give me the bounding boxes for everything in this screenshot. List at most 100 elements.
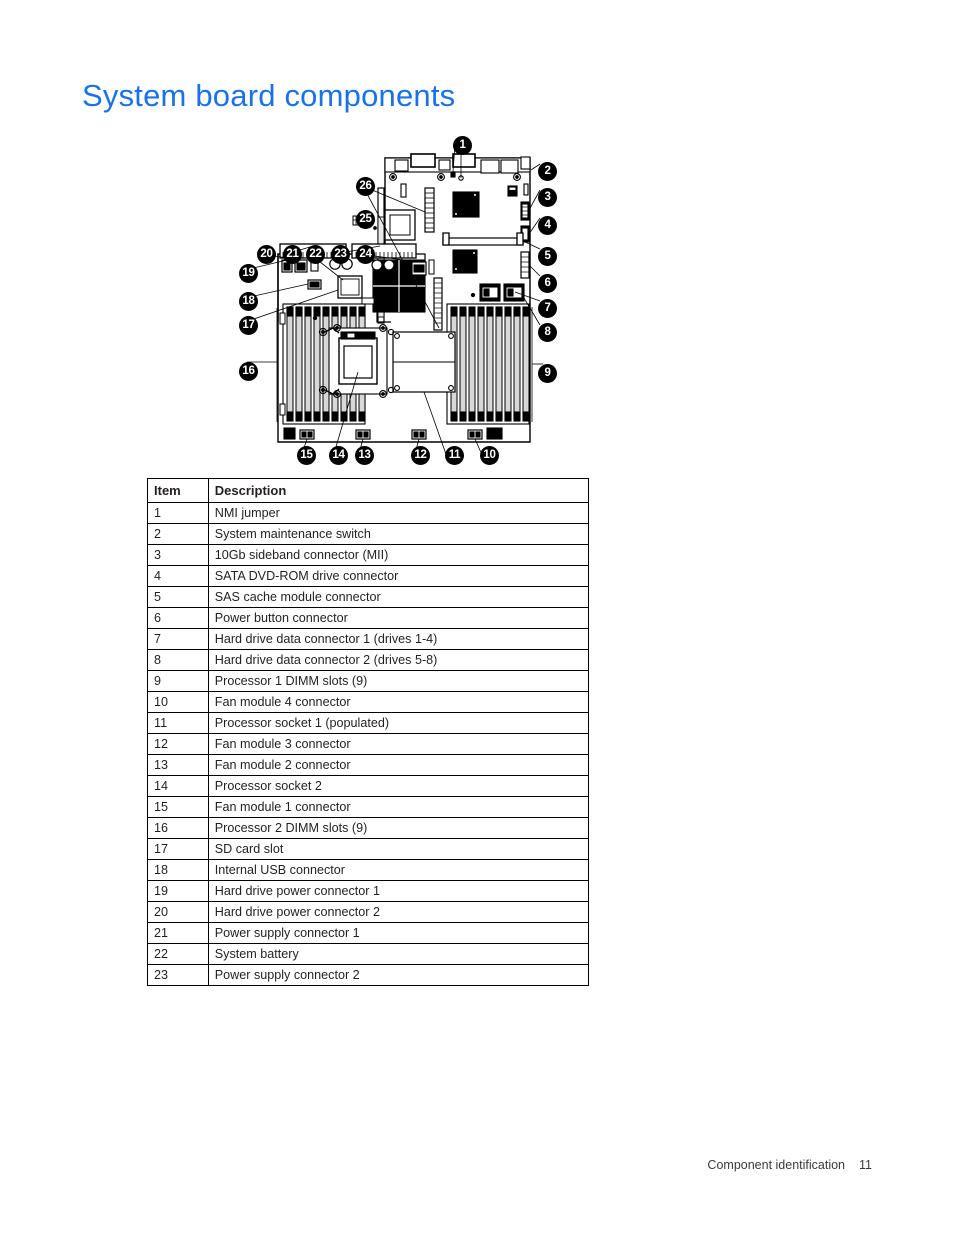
callout-marker-19: 19	[239, 264, 258, 283]
cell-item: 4	[147, 565, 209, 587]
callout-marker-18: 18	[239, 292, 258, 311]
column-header-description: Description	[207, 478, 590, 503]
table-row: 1 NMI jumper	[147, 502, 590, 524]
table-row: 8 Hard drive data connector 2 (drives 5-8…	[147, 649, 590, 671]
table-header: Item Description	[147, 478, 590, 503]
cell-item: 8	[147, 649, 209, 671]
cell-item: 12	[147, 733, 209, 755]
callout-marker-26: 26	[356, 177, 375, 196]
system-board-figure: 1 2 3 4 5 6 7 8 9 10 11 12 13 14 15 16 17 18 19 20 21 22 23 24 2…	[225, 132, 575, 472]
cell-description: Processor 2 DIMM slots (9)	[207, 817, 590, 839]
table-row: 22 System battery	[147, 943, 590, 965]
callout-marker-14: 14	[329, 446, 348, 465]
cell-item: 6	[147, 607, 209, 629]
cell-item: 22	[147, 943, 209, 965]
cell-item: 17	[147, 838, 209, 860]
cell-item: 11	[147, 712, 209, 734]
table-row: 19 Hard drive power connector 1	[147, 880, 590, 902]
cell-item: 1	[147, 502, 209, 524]
callout-marker-9: 9	[538, 364, 557, 383]
cell-description: Processor socket 2	[207, 775, 590, 797]
table-row: 9 Processor 1 DIMM slots (9)	[147, 670, 590, 692]
callout-marker-12: 12	[411, 446, 430, 465]
callout-marker-13: 13	[355, 446, 374, 465]
cell-description: SAS cache module connector	[207, 586, 590, 608]
table-row: 10 Fan module 4 connector	[147, 691, 590, 713]
cell-item: 5	[147, 586, 209, 608]
cell-description: Power supply connector 1	[207, 922, 590, 944]
table-header-row: Item Description	[147, 478, 590, 503]
table-row: 2 System maintenance switch	[147, 523, 590, 545]
callout-marker-4: 4	[538, 216, 557, 235]
cell-description: System battery	[207, 943, 590, 965]
callout-marker-25: 25	[356, 210, 375, 229]
cell-item: 3	[147, 544, 209, 566]
cell-description: Hard drive power connector 1	[207, 880, 590, 902]
cell-description: SD card slot	[207, 838, 590, 860]
table-body: 1 NMI jumper 2 System maintenance switch 3 10…	[147, 502, 590, 986]
cell-item: 13	[147, 754, 209, 776]
cell-description: Power supply connector 2	[207, 964, 590, 986]
callout-marker-16: 16	[239, 362, 258, 381]
callout-marker-5: 5	[538, 247, 557, 266]
cell-description: Processor 1 DIMM slots (9)	[207, 670, 590, 692]
cell-item: 21	[147, 922, 209, 944]
table-row: 3 10Gb sideband connector (MII)	[147, 544, 590, 566]
callout-marker-1: 1	[453, 136, 472, 155]
callout-marker-23: 23	[331, 245, 350, 264]
cell-item: 10	[147, 691, 209, 713]
cell-item: 23	[147, 964, 209, 986]
cell-description: NMI jumper	[207, 502, 590, 524]
callout-marker-17: 17	[239, 316, 258, 335]
table-row: 20 Hard drive power connector 2	[147, 901, 590, 923]
table-row: 11 Processor socket 1 (populated)	[147, 712, 590, 734]
cell-description: Fan module 1 connector	[207, 796, 590, 818]
cell-item: 15	[147, 796, 209, 818]
table-row: 13 Fan module 2 connector	[147, 754, 590, 776]
page-title: System board components	[82, 78, 456, 113]
cell-item: 20	[147, 901, 209, 923]
cell-description: 10Gb sideband connector (MII)	[207, 544, 590, 566]
callout-marker-10: 10	[480, 446, 499, 465]
page-footer: Component identification 11	[0, 1158, 872, 1172]
table-row: 16 Processor 2 DIMM slots (9)	[147, 817, 590, 839]
cell-description: Fan module 2 connector	[207, 754, 590, 776]
component-identification-table: Item Description 1 NMI jumper 2 System main…	[147, 478, 590, 986]
callout-marker-21: 21	[283, 245, 302, 264]
column-header-item: Item	[147, 478, 209, 503]
table-row: 14 Processor socket 2	[147, 775, 590, 797]
callout-marker-24: 24	[356, 245, 375, 264]
cell-description: Internal USB connector	[207, 859, 590, 881]
cell-description: Fan module 3 connector	[207, 733, 590, 755]
callout-marker-2: 2	[538, 162, 557, 181]
cell-item: 7	[147, 628, 209, 650]
cell-description: Processor socket 1 (populated)	[207, 712, 590, 734]
cell-description: Hard drive data connector 2 (drives 5-8)	[207, 649, 590, 671]
callout-marker-22: 22	[306, 245, 325, 264]
cell-description: Fan module 4 connector	[207, 691, 590, 713]
cell-description: Hard drive power connector 2	[207, 901, 590, 923]
cell-description: Power button connector	[207, 607, 590, 629]
callout-marker-11: 11	[445, 446, 464, 465]
callout-marker-3: 3	[538, 188, 557, 207]
cell-item: 18	[147, 859, 209, 881]
table-row: 7 Hard drive data connector 1 (drives 1-4…	[147, 628, 590, 650]
footer-section-label: Component identification	[707, 1158, 846, 1172]
table-row: 6 Power button connector	[147, 607, 590, 629]
table-row: 21 Power supply connector 1	[147, 922, 590, 944]
callout-marker-8: 8	[538, 323, 557, 342]
cell-description: System maintenance switch	[207, 523, 590, 545]
cell-description: SATA DVD-ROM drive connector	[207, 565, 590, 587]
cell-item: 9	[147, 670, 209, 692]
table-row: 15 Fan module 1 connector	[147, 796, 590, 818]
table-row: 5 SAS cache module connector	[147, 586, 590, 608]
footer-page-number: 11	[859, 1158, 872, 1172]
cell-description: Hard drive data connector 1 (drives 1-4)	[207, 628, 590, 650]
cell-item: 14	[147, 775, 209, 797]
table-row: 12 Fan module 3 connector	[147, 733, 590, 755]
callout-marker-7: 7	[538, 299, 557, 318]
callout-marker-20: 20	[257, 245, 276, 264]
system-board-illustration	[244, 143, 543, 458]
table-row: 18 Internal USB connector	[147, 859, 590, 881]
table-row: 17 SD card slot	[147, 838, 590, 860]
